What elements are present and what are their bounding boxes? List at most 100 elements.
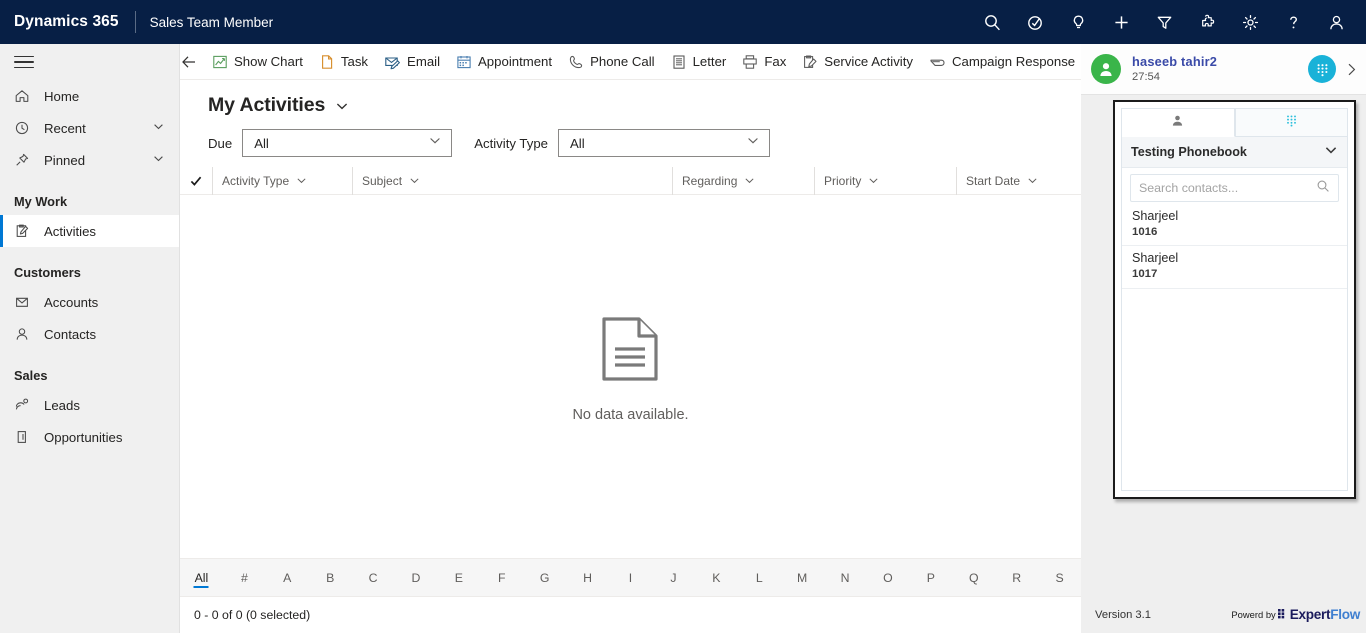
letter-button[interactable]: Letter [663,44,735,80]
activity-type-filter-value: All [559,136,585,151]
right-panel: haseeb tahir2 27:54 [1081,44,1366,633]
sidebar-item-activities[interactable]: Activities [0,215,179,247]
sidebar-item-recent[interactable]: Recent [0,112,179,144]
alpha-filter-s[interactable]: S [1038,559,1081,597]
alpha-filter-all[interactable]: All [180,559,223,597]
activities-icon [14,223,34,239]
alpha-filter-d[interactable]: D [395,559,438,597]
column-header-start-date[interactable]: Start Date [956,167,1076,195]
phonebook-selector[interactable]: Testing Phonebook [1122,137,1347,168]
alpha-filter-a[interactable]: A [266,559,309,597]
show-chart-button[interactable]: Show Chart [204,44,311,80]
alpha-filter-e[interactable]: E [437,559,480,597]
column-label: Regarding [682,174,737,188]
alpha-filter-f[interactable]: F [480,559,523,597]
sidebar-item-opportunities[interactable]: Opportunities [0,421,179,453]
activity-type-filter-select[interactable]: All [558,129,770,157]
sidebar-item-pinned[interactable]: Pinned [0,144,179,176]
document-icon [601,316,659,387]
alpha-filter-i[interactable]: I [609,559,652,597]
sidebar-item-contacts[interactable]: Contacts [0,318,179,350]
appointment-button[interactable]: Appointment [448,44,560,80]
search-icon[interactable] [1316,179,1330,198]
dynamics-brand[interactable]: Dynamics 365 [0,13,119,31]
alpha-filter-n[interactable]: N [824,559,867,597]
chevron-down-icon[interactable] [152,152,165,168]
campaign-response-button[interactable]: Campaign Response [921,44,1081,80]
gear-icon[interactable] [1229,0,1272,44]
sidebar-group-title-my-work: My Work [0,176,179,215]
alpha-filter-j[interactable]: J [652,559,695,597]
sidebar-item-label: Opportunities [44,430,122,445]
expand-panel-chevron-right-icon[interactable] [1336,62,1366,77]
puzzle-icon[interactable] [1186,0,1229,44]
command-label: Show Chart [234,54,303,69]
service-activity-button[interactable]: Service Activity [794,44,921,80]
sidebar-item-accounts[interactable]: Accounts [0,286,179,318]
alpha-filter-k[interactable]: K [695,559,738,597]
search-icon[interactable] [971,0,1014,44]
due-filter-select[interactable]: All [242,129,452,157]
task-icon [319,54,335,70]
due-filter-value: All [243,136,269,151]
view-selector-chevron-down-icon[interactable] [334,98,350,114]
alpha-filter-b[interactable]: B [309,559,352,597]
column-header-priority[interactable]: Priority [814,167,956,195]
alpha-filter-q[interactable]: Q [952,559,995,597]
chart-icon [212,54,228,70]
alpha-filter-p[interactable]: P [909,559,952,597]
column-header-subject[interactable]: Subject [352,167,672,195]
lightbulb-icon[interactable] [1057,0,1100,44]
task-button[interactable]: Task [311,44,376,80]
alpha-filter-h[interactable]: H [566,559,609,597]
diagnostics-icon[interactable] [1014,0,1057,44]
command-label: Appointment [478,54,552,69]
tab-contacts[interactable] [1122,109,1235,137]
column-header-regarding[interactable]: Regarding [672,167,814,195]
help-icon[interactable] [1272,0,1315,44]
list-item[interactable]: Sharjeel 1017 [1122,246,1347,288]
opportunities-icon [14,429,34,445]
plus-icon[interactable] [1100,0,1143,44]
phone-call-button[interactable]: Phone Call [560,44,663,80]
agent-name: haseeb tahir2 [1132,54,1217,70]
letter-icon [671,54,687,70]
tab-dialpad[interactable] [1235,109,1348,137]
sidebar-item-label: Contacts [44,327,96,342]
command-label: Campaign Response [952,54,1075,69]
chevron-down-icon[interactable] [152,120,165,136]
alpha-filter-r[interactable]: R [995,559,1038,597]
application-window: Dynamics 365 Sales Team Member [0,0,1366,633]
select-all-checkbox[interactable] [180,174,212,188]
filter-icon[interactable] [1143,0,1186,44]
powered-by-label: Powerd by [1231,609,1275,620]
alpha-filter-c[interactable]: C [352,559,395,597]
contact-search-field[interactable] [1130,174,1339,202]
chevron-down-icon [428,134,442,153]
alpha-filter-o[interactable]: O [867,559,910,597]
sidebar-item-leads[interactable]: Leads [0,389,179,421]
user-icon[interactable] [1315,0,1358,44]
sidebar-item-home[interactable]: Home [0,80,179,112]
fax-button[interactable]: Fax [734,44,794,80]
alpha-filter-g[interactable]: G [523,559,566,597]
command-label: Letter [693,54,727,69]
list-item[interactable]: Sharjeel 1016 [1122,204,1347,246]
email-button[interactable]: Email [376,44,448,80]
hamburger-menu-icon[interactable] [0,44,179,80]
alpha-filter-hash[interactable]: # [223,559,266,597]
pin-icon [14,152,34,168]
command-label: Fax [764,54,786,69]
alpha-filter-m[interactable]: M [781,559,824,597]
dialpad-icon[interactable] [1308,55,1336,83]
fax-icon [742,54,758,70]
due-filter-label: Due [208,136,232,151]
expertflow-expert-text: Expert [1290,607,1331,622]
column-header-activity-type[interactable]: Activity Type [212,167,352,195]
phonebook-inner: Testing Phonebook Sharjeel 1016 [1121,108,1348,491]
back-arrow-icon[interactable] [180,44,198,80]
search-input[interactable] [1139,181,1316,195]
alpha-filter-l[interactable]: L [738,559,781,597]
sidebar-item-label: Home [44,89,79,104]
empty-state-message: No data available. [572,407,688,423]
